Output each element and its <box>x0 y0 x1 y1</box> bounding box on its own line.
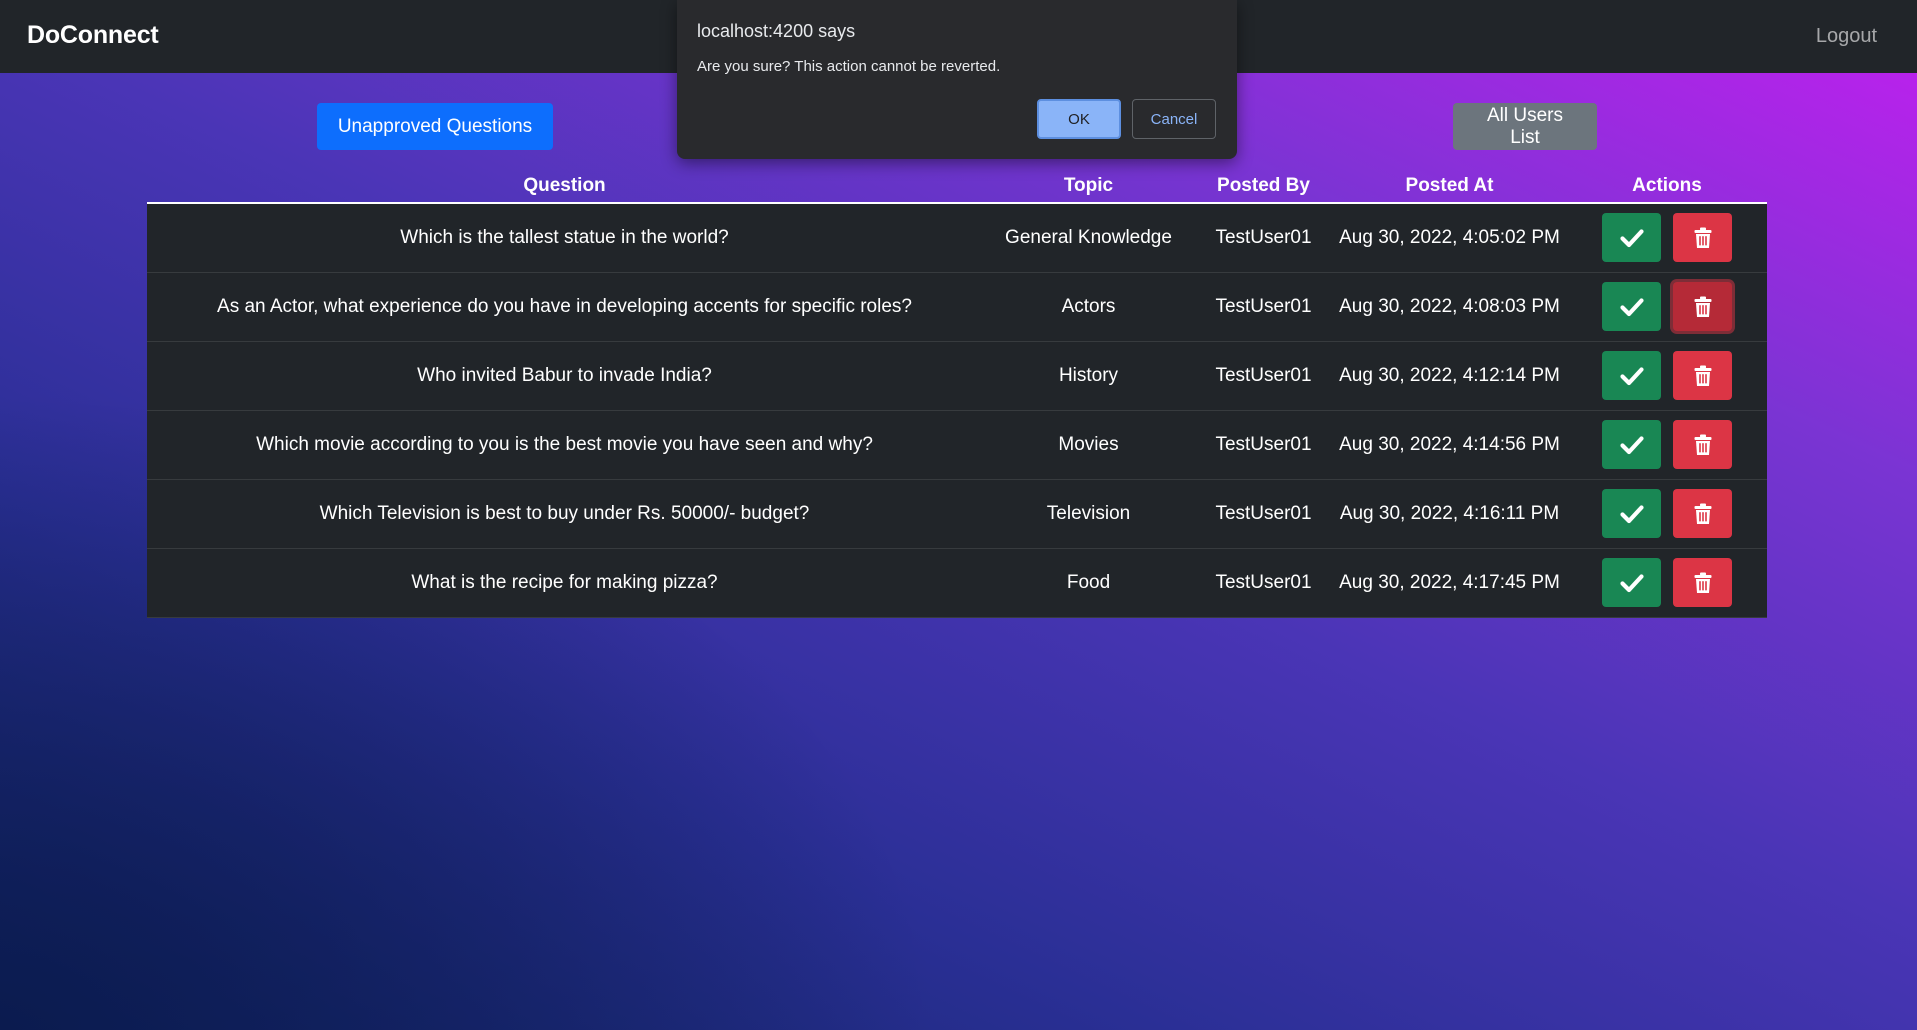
dialog-ok-button[interactable]: OK <box>1037 99 1121 139</box>
posted-by-cell: TestUser01 <box>1195 410 1332 480</box>
actions-cell <box>1567 410 1767 480</box>
header-posted-at: Posted At <box>1332 170 1567 204</box>
posted-at-cell: Aug 30, 2022, 4:14:56 PM <box>1332 410 1567 480</box>
table-row: Which is the tallest statue in the world… <box>147 203 1767 273</box>
approve-button[interactable] <box>1602 282 1661 331</box>
dialog-title: localhost:4200 says <box>697 21 856 41</box>
approve-button[interactable] <box>1602 213 1661 263</box>
posted-by-cell: TestUser01 <box>1195 548 1332 618</box>
table-row: Which movie according to you is the best… <box>147 410 1767 480</box>
posted-by-cell: TestUser01 <box>1195 203 1332 273</box>
trash-icon <box>1694 365 1712 387</box>
topic-cell: Actors <box>982 272 1195 342</box>
approve-button[interactable] <box>1602 351 1661 400</box>
delete-button[interactable] <box>1673 420 1732 469</box>
delete-button[interactable] <box>1673 282 1732 331</box>
dialog-cancel-button[interactable]: Cancel <box>1132 99 1216 139</box>
delete-button[interactable] <box>1673 213 1732 263</box>
questions-table: Question Topic Posted By Posted At Actio… <box>147 170 1767 618</box>
topic-cell: General Knowledge <box>982 203 1195 273</box>
delete-button[interactable] <box>1673 351 1732 400</box>
header-actions: Actions <box>1567 170 1767 204</box>
unapproved-questions-button[interactable]: Unapproved Questions <box>317 103 553 150</box>
trash-icon <box>1694 434 1712 456</box>
actions-cell <box>1567 203 1767 273</box>
check-icon <box>1619 297 1644 317</box>
check-icon <box>1619 573 1644 593</box>
table-row: Who invited Babur to invade India? Histor… <box>147 341 1767 411</box>
posted-at-cell: Aug 30, 2022, 4:08:03 PM <box>1332 272 1567 342</box>
question-cell: Who invited Babur to invade India? <box>147 341 982 411</box>
table-row: Which Television is best to buy under Rs… <box>147 479 1767 549</box>
approve-button[interactable] <box>1602 489 1661 538</box>
trash-icon <box>1694 227 1712 249</box>
question-cell: What is the recipe for making pizza? <box>147 548 982 618</box>
trash-icon <box>1694 503 1712 525</box>
logout-link[interactable]: Logout <box>1816 25 1877 48</box>
table-row: What is the recipe for making pizza? Food… <box>147 548 1767 618</box>
question-cell: As an Actor, what experience do you have… <box>147 272 982 342</box>
posted-at-cell: Aug 30, 2022, 4:16:11 PM <box>1332 479 1567 549</box>
question-cell: Which movie according to you is the best… <box>147 410 982 480</box>
header-question: Question <box>147 170 982 204</box>
dialog-message: Are you sure? This action cannot be reve… <box>697 58 1001 75</box>
approve-button[interactable] <box>1602 558 1661 607</box>
posted-at-cell: Aug 30, 2022, 4:12:14 PM <box>1332 341 1567 411</box>
header-posted-by: Posted By <box>1195 170 1332 204</box>
actions-cell <box>1567 341 1767 411</box>
check-icon <box>1619 435 1644 455</box>
topic-cell: Movies <box>982 410 1195 480</box>
posted-by-cell: TestUser01 <box>1195 479 1332 549</box>
topic-cell: Television <box>982 479 1195 549</box>
all-users-list-button[interactable]: All Users List <box>1453 103 1597 150</box>
trash-icon <box>1694 296 1712 318</box>
table-row: As an Actor, what experience do you have… <box>147 272 1767 342</box>
delete-button[interactable] <box>1673 489 1732 538</box>
check-icon <box>1619 366 1644 386</box>
actions-cell <box>1567 548 1767 618</box>
delete-button[interactable] <box>1673 558 1732 607</box>
question-cell: Which Television is best to buy under Rs… <box>147 479 982 549</box>
posted-by-cell: TestUser01 <box>1195 341 1332 411</box>
brand-logo[interactable]: DoConnect <box>27 21 159 50</box>
trash-icon <box>1694 572 1712 594</box>
topic-cell: Food <box>982 548 1195 618</box>
questions-table-container: Question Topic Posted By Posted At Actio… <box>147 170 1767 618</box>
table-header-row: Question Topic Posted By Posted At Actio… <box>147 170 1767 204</box>
header-topic: Topic <box>982 170 1195 204</box>
posted-by-cell: TestUser01 <box>1195 272 1332 342</box>
confirm-dialog: localhost:4200 says Are you sure? This a… <box>677 0 1237 159</box>
actions-cell <box>1567 479 1767 549</box>
posted-at-cell: Aug 30, 2022, 4:17:45 PM <box>1332 548 1567 618</box>
actions-cell <box>1567 272 1767 342</box>
check-icon <box>1619 504 1644 524</box>
posted-at-cell: Aug 30, 2022, 4:05:02 PM <box>1332 203 1567 273</box>
question-cell: Which is the tallest statue in the world… <box>147 203 982 273</box>
approve-button[interactable] <box>1602 420 1661 469</box>
topic-cell: History <box>982 341 1195 411</box>
table-body: Which is the tallest statue in the world… <box>147 203 1767 618</box>
check-icon <box>1619 228 1644 248</box>
